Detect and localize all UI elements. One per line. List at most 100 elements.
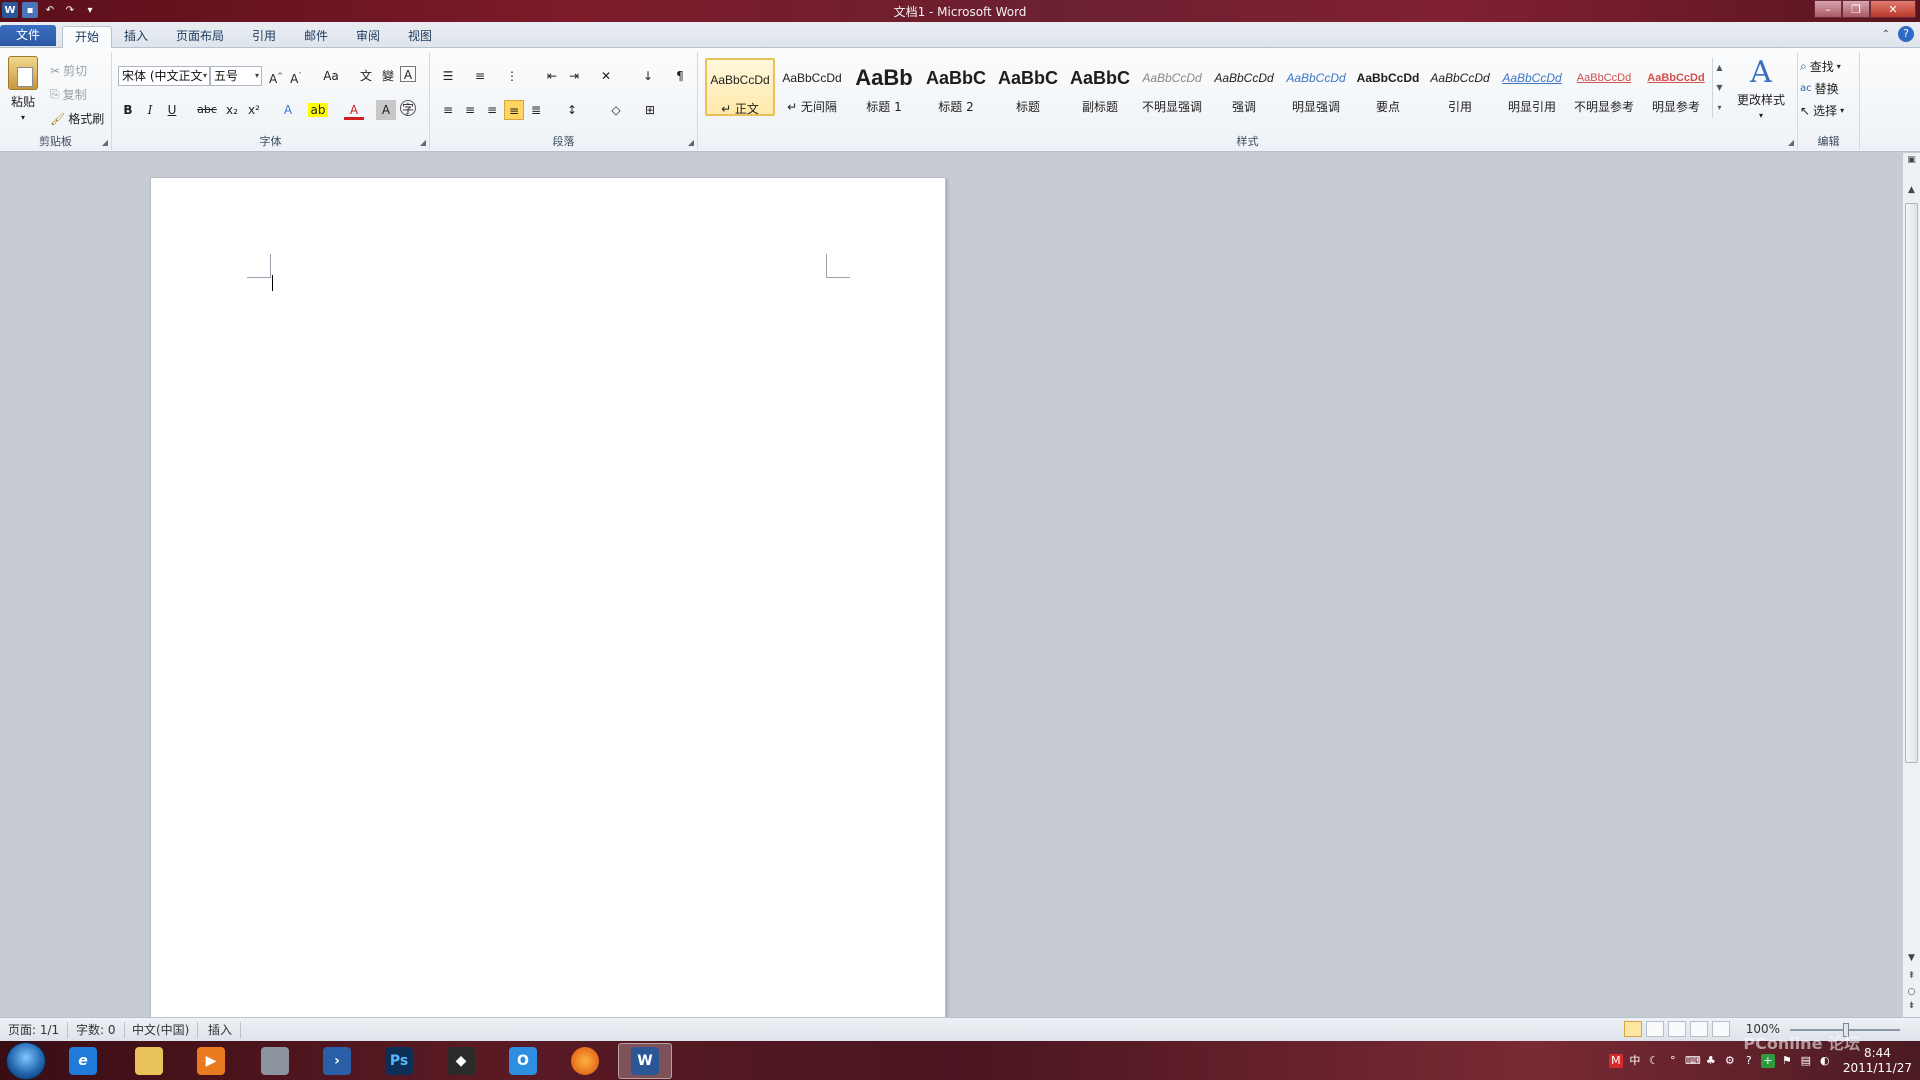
previous-page-icon[interactable]: ⇞	[1905, 971, 1918, 981]
bold-button[interactable]: B	[118, 100, 138, 120]
style-no-spacing[interactable]: AaBbCcDd ↵ 无间隔	[777, 58, 847, 116]
chinese-layout-icon[interactable]: ✕	[596, 66, 616, 86]
taskbar-word[interactable]: W	[618, 1043, 672, 1079]
format-painter-button[interactable]: 🖌 格式刷	[50, 110, 104, 127]
scroll-down-icon[interactable]: ▼	[1905, 953, 1918, 963]
outline-view-icon[interactable]	[1690, 1021, 1708, 1037]
vertical-scrollbar[interactable]: ▣ ▲ ▼ ⇞ ○ ⇟	[1902, 153, 1920, 1017]
ime-indicator[interactable]: 中	[1628, 1054, 1642, 1068]
style-heading-1[interactable]: AaBb 标题 1	[849, 58, 919, 116]
decrease-indent-icon[interactable]: ⇤	[542, 66, 562, 86]
tab-review[interactable]: 审阅	[344, 26, 392, 48]
tools-icon[interactable]: ⚙	[1723, 1054, 1737, 1068]
next-page-icon[interactable]: ⇟	[1905, 1001, 1918, 1011]
minimize-button[interactable]: –	[1814, 0, 1842, 18]
style-quote[interactable]: AaBbCcDd 引用	[1425, 58, 1495, 116]
page-count[interactable]: 页面: 1/1	[0, 1022, 69, 1038]
font-color-icon[interactable]: A	[344, 100, 364, 120]
language-indicator[interactable]: 中文(中国)	[124, 1022, 199, 1038]
font-name-combo[interactable]: 宋体 (中文正文 ▾	[118, 66, 210, 86]
tab-home[interactable]: 开始	[62, 26, 113, 49]
align-right-icon[interactable]: ≡	[482, 100, 502, 120]
volume-icon[interactable]: ◐	[1818, 1054, 1832, 1068]
increase-indent-icon[interactable]: ⇥	[564, 66, 584, 86]
underline-button[interactable]: U	[162, 100, 182, 120]
start-button[interactable]	[6, 1042, 46, 1080]
copy-button[interactable]: ⎘ 复制	[50, 86, 87, 103]
distributed-icon[interactable]: ≣	[526, 100, 546, 120]
style-subtle-reference[interactable]: AaBbCcDd 不明显参考	[1569, 58, 1639, 116]
borders-icon[interactable]: ⊞	[640, 100, 660, 120]
style-subtle-emphasis[interactable]: AaBbCcDd 不明显强调	[1137, 58, 1207, 116]
align-left-icon[interactable]: ≡	[438, 100, 458, 120]
multilevel-list-icon[interactable]: ⋮	[502, 66, 522, 86]
taskbar-media-player[interactable]: ▶	[184, 1043, 238, 1079]
char-border-icon[interactable]: A	[400, 66, 416, 82]
numbering-icon[interactable]: ≡	[470, 66, 490, 86]
scroll-thumb[interactable]	[1905, 203, 1918, 763]
highlight-icon[interactable]: ab	[308, 103, 328, 117]
skin-icon[interactable]: ♣	[1704, 1054, 1718, 1068]
taskbar-photoshop[interactable]: Ps	[372, 1043, 426, 1079]
shading-icon[interactable]: ◇	[606, 100, 626, 120]
help-icon[interactable]: ?	[1898, 26, 1914, 42]
taskbar-foxmail[interactable]: ◆	[434, 1043, 488, 1079]
styles-more-icon[interactable]: ▾	[1713, 98, 1726, 118]
sort-icon[interactable]: ↓	[638, 66, 658, 86]
taskbar-powershell[interactable]: ›	[310, 1043, 364, 1079]
tab-references[interactable]: 引用	[240, 26, 288, 48]
style-normal[interactable]: AaBbCcDd ↵ 正文	[705, 58, 775, 116]
tab-page-layout[interactable]: 页面布局	[164, 26, 236, 48]
taskbar-explorer[interactable]	[122, 1043, 176, 1079]
style-intense-reference[interactable]: AaBbCcDd 明显参考	[1641, 58, 1711, 116]
style-intense-emphasis[interactable]: AaBbCcDd 明显强调	[1281, 58, 1351, 116]
style-title[interactable]: AaBbC 标题	[993, 58, 1063, 116]
taskbar-outlook[interactable]: O	[496, 1043, 550, 1079]
italic-button[interactable]: I	[140, 100, 160, 120]
font-size-combo[interactable]: 五号 ▾	[210, 66, 262, 86]
ruler-toggle-icon[interactable]: ▣	[1905, 155, 1918, 165]
tab-mailings[interactable]: 邮件	[292, 26, 340, 48]
print-layout-icon[interactable]	[1624, 1021, 1642, 1037]
bullets-icon[interactable]: ☰	[438, 66, 458, 86]
punctuation-icon[interactable]: °	[1666, 1054, 1680, 1068]
document-page[interactable]	[150, 177, 946, 1022]
superscript-button[interactable]: x²	[244, 100, 264, 120]
select-button[interactable]: ↖ 选择 ▾	[1800, 102, 1844, 119]
clipboard-launcher-icon[interactable]: ◢	[102, 138, 108, 147]
taskbar-firefox[interactable]	[558, 1043, 612, 1079]
insert-mode[interactable]: 插入	[200, 1022, 242, 1038]
change-case-button[interactable]: Aa	[318, 66, 344, 86]
show-marks-icon[interactable]: ¶	[670, 66, 690, 86]
style-subtitle[interactable]: AaBbC 副标题	[1065, 58, 1135, 116]
tab-file[interactable]: 文件	[0, 25, 56, 46]
tab-insert[interactable]: 插入	[112, 26, 160, 48]
scroll-up-icon[interactable]: ▲	[1905, 185, 1918, 195]
draft-view-icon[interactable]	[1712, 1021, 1730, 1037]
style-strong[interactable]: AaBbCcDd 要点	[1353, 58, 1423, 116]
find-button[interactable]: ⌕ 查找 ▾	[1800, 58, 1841, 75]
style-heading-2[interactable]: AaBbC 标题 2	[921, 58, 991, 116]
styles-scroll-up-icon[interactable]: ▲	[1713, 58, 1726, 78]
replace-button[interactable]: ac 替换	[1800, 80, 1839, 97]
full-screen-reading-icon[interactable]	[1646, 1021, 1664, 1037]
flag-icon[interactable]: ⚑	[1780, 1054, 1794, 1068]
shrink-font-icon[interactable]: Aˇ	[286, 66, 306, 86]
grow-font-icon[interactable]: A^	[266, 66, 286, 86]
moon-icon[interactable]: ☾	[1647, 1054, 1661, 1068]
phonetic-guide-icon[interactable]: 文	[356, 66, 376, 86]
enclose-char-icon[interactable]: 字	[400, 100, 416, 116]
style-intense-quote[interactable]: AaBbCcDd 明显引用	[1497, 58, 1567, 116]
antivirus-icon[interactable]: +	[1760, 1053, 1775, 1068]
clear-format-icon[interactable]: 變	[378, 66, 398, 86]
change-styles-button[interactable]: A 更改样式 ▾	[1734, 58, 1788, 121]
font-launcher-icon[interactable]: ◢	[420, 138, 426, 147]
app-tray-icon[interactable]: M	[1608, 1053, 1623, 1068]
paste-button[interactable]: 粘贴 ▾	[8, 56, 38, 122]
char-shading-icon[interactable]: A	[376, 100, 396, 120]
justify-icon[interactable]: ≡	[504, 100, 524, 120]
line-spacing-icon[interactable]: ↕	[562, 100, 582, 120]
web-layout-icon[interactable]	[1668, 1021, 1686, 1037]
strikethrough-button[interactable]: abc	[194, 100, 220, 120]
paragraph-launcher-icon[interactable]: ◢	[688, 138, 694, 147]
